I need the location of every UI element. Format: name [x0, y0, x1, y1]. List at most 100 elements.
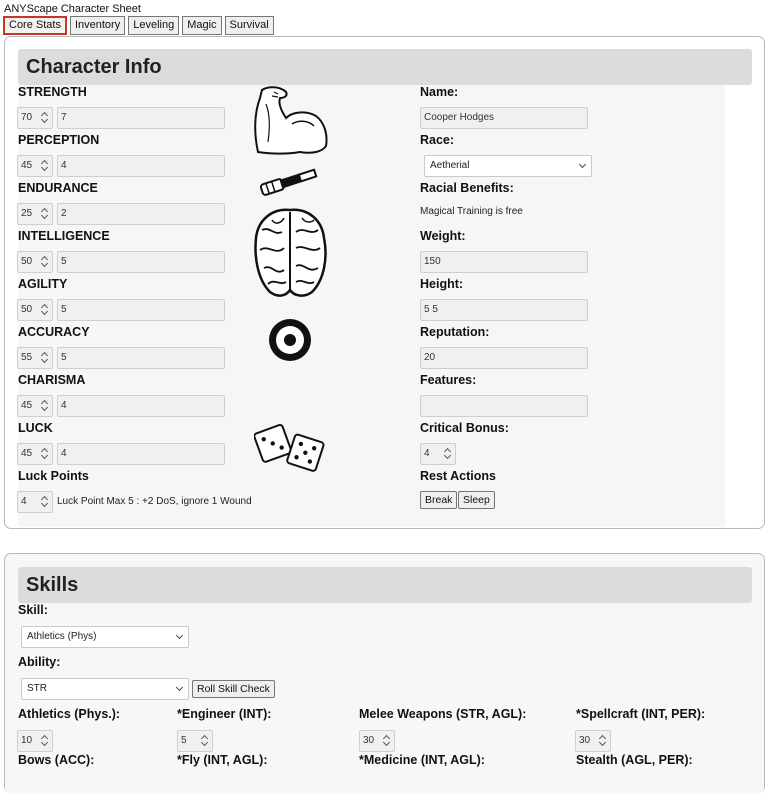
skill-athletics-label: Athletics (Phys.): [18, 707, 121, 721]
luck-score-value: 45 [21, 448, 33, 459]
spinner-icon[interactable] [41, 352, 49, 364]
charisma-score-value: 45 [21, 400, 33, 411]
spinner-icon[interactable] [41, 256, 49, 268]
endurance-score-input[interactable]: 25 [17, 203, 53, 225]
charisma-score-input[interactable]: 45 [17, 395, 53, 417]
target-icon [269, 319, 311, 361]
racial-benefits-text: Magical Training is free [420, 206, 523, 217]
rest-actions-label: Rest Actions [420, 469, 496, 483]
features-input[interactable] [420, 395, 588, 417]
perception-score-value: 45 [21, 160, 33, 171]
critical-bonus-value: 4 [424, 448, 430, 459]
tab-bar: Core Stats Inventory Leveling Magic Surv… [3, 16, 274, 35]
skill-fly-label: *Fly (INT, AGL): [177, 753, 268, 767]
tab-magic[interactable]: Magic [182, 16, 222, 35]
spyglass-icon [259, 168, 318, 196]
strength-score-input[interactable]: 70 [17, 107, 53, 129]
critical-bonus-input[interactable]: 4 [420, 443, 456, 465]
skill-athletics-value: 10 [21, 735, 33, 746]
stat-label-intelligence: INTELLIGENCE [18, 229, 110, 243]
skill-select[interactable]: Athletics (Phys) [21, 626, 189, 648]
ability-label: Ability: [18, 655, 61, 669]
skill-spellcraft-input[interactable]: 30 [575, 730, 611, 752]
spinner-icon[interactable] [201, 735, 209, 747]
name-input[interactable]: Cooper Hodges [420, 107, 588, 129]
roll-skill-check-button[interactable]: Roll Skill Check [192, 680, 275, 698]
tab-survival[interactable]: Survival [224, 16, 274, 35]
luck-points-label: Luck Points [18, 469, 89, 483]
accuracy-score-value: 55 [21, 352, 33, 363]
spinner-icon[interactable] [41, 496, 49, 508]
break-button[interactable]: Break [420, 491, 458, 509]
perception-mod-input[interactable]: 4 [57, 155, 225, 177]
skill-engineer-value: 5 [181, 735, 187, 746]
intelligence-score-value: 50 [21, 256, 33, 267]
features-label: Features: [420, 373, 477, 387]
reputation-input[interactable]: 20 [420, 347, 588, 369]
skill-melee-label: Melee Weapons (STR, AGL): [359, 707, 527, 721]
spinner-icon[interactable] [41, 304, 49, 316]
ability-select-value: STR [27, 683, 47, 694]
height-label: Height: [420, 277, 464, 291]
skill-athletics-input[interactable]: 10 [17, 730, 53, 752]
dice-icon [254, 424, 325, 472]
spinner-icon[interactable] [383, 735, 391, 747]
stat-label-charisma: CHARISMA [18, 373, 86, 387]
skill-bows-label: Bows (ACC): [18, 753, 95, 767]
agility-mod-input[interactable]: 5 [57, 299, 225, 321]
accuracy-mod-input[interactable]: 5 [57, 347, 225, 369]
ability-select[interactable]: STR [21, 678, 189, 700]
skill-melee-value: 30 [363, 735, 375, 746]
brain-icon [254, 208, 327, 297]
strength-score-value: 70 [21, 112, 33, 123]
spinner-icon[interactable] [41, 112, 49, 124]
tab-core-stats[interactable]: Core Stats [3, 16, 67, 35]
stat-label-luck: LUCK [18, 421, 53, 435]
agility-score-value: 50 [21, 304, 33, 315]
perception-score-input[interactable]: 45 [17, 155, 53, 177]
strength-mod-input[interactable]: 7 [57, 107, 225, 129]
stat-label-agility: AGILITY [18, 277, 68, 291]
skill-label: Skill: [18, 603, 48, 617]
skill-spellcraft-value: 30 [579, 735, 591, 746]
spinner-icon[interactable] [41, 208, 49, 220]
luck-points-input[interactable]: 4 [17, 491, 53, 513]
skill-engineer-input[interactable]: 5 [177, 730, 213, 752]
spinner-icon[interactable] [41, 400, 49, 412]
spinner-icon[interactable] [41, 735, 49, 747]
endurance-mod-input[interactable]: 2 [57, 203, 225, 225]
skill-select-value: Athletics (Phys) [27, 631, 97, 642]
intelligence-score-input[interactable]: 50 [17, 251, 53, 273]
accuracy-score-input[interactable]: 55 [17, 347, 53, 369]
sleep-button[interactable]: Sleep [458, 491, 495, 509]
chevron-down-icon [175, 683, 184, 692]
racial-benefits-label: Racial Benefits: [420, 181, 514, 195]
tab-leveling[interactable]: Leveling [128, 16, 180, 35]
skill-spellcraft-label: *Spellcraft (INT, PER): [576, 707, 706, 721]
flexed-arm-icon [254, 86, 328, 155]
weight-input[interactable]: 150 [420, 251, 588, 273]
race-label: Race: [420, 133, 455, 147]
race-select[interactable]: Aetherial [424, 155, 592, 177]
spinner-icon[interactable] [444, 448, 452, 460]
stat-label-strength: STRENGTH [18, 85, 87, 99]
spinner-icon[interactable] [599, 735, 607, 747]
stat-label-accuracy: ACCURACY [18, 325, 90, 339]
spinner-icon[interactable] [41, 160, 49, 172]
race-select-value: Aetherial [430, 160, 470, 171]
skill-stealth-label: Stealth (AGL, PER): [576, 753, 693, 767]
name-label: Name: [420, 85, 459, 99]
luck-mod-input[interactable]: 4 [57, 443, 225, 465]
skill-melee-input[interactable]: 30 [359, 730, 395, 752]
spinner-icon[interactable] [41, 448, 49, 460]
charisma-mod-input[interactable]: 4 [57, 395, 225, 417]
agility-score-input[interactable]: 50 [17, 299, 53, 321]
luck-score-input[interactable]: 45 [17, 443, 53, 465]
luck-points-note: Luck Point Max 5 : +2 DoS, ignore 1 Woun… [57, 496, 252, 507]
chevron-down-icon [578, 160, 587, 169]
reputation-label: Reputation: [420, 325, 490, 339]
tab-inventory[interactable]: Inventory [69, 16, 126, 35]
stat-label-perception: PERCEPTION [18, 133, 100, 147]
intelligence-mod-input[interactable]: 5 [57, 251, 225, 273]
height-input[interactable]: 5 5 [420, 299, 588, 321]
